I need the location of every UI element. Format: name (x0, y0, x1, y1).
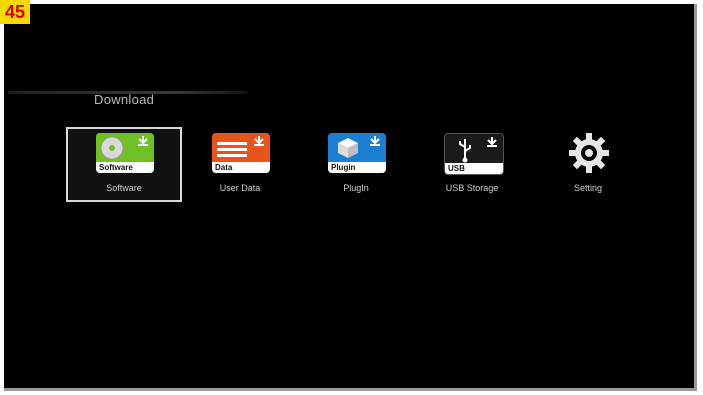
icon-band-text: Data (212, 162, 270, 173)
tv-screen: Download Software Software Data User Dat… (4, 4, 697, 391)
menu-item-plugin[interactable]: Plugin PlugIn (298, 127, 414, 202)
menu-item-software[interactable]: Software Software (66, 127, 182, 202)
menu-item-usb-storage[interactable]: USB USB Storage (414, 127, 530, 202)
menu-item-label: USB Storage (445, 183, 499, 193)
gear-icon (560, 133, 618, 173)
section-title: Download (94, 92, 155, 107)
plugin-cube-icon: Plugin (328, 133, 386, 173)
usb-icon: USB (444, 133, 504, 175)
menu-item-label: Software (106, 183, 142, 193)
data-list-icon: Data (212, 133, 270, 173)
menu-item-label: User Data (219, 183, 261, 193)
menu-item-user-data[interactable]: Data User Data (182, 127, 298, 202)
icon-band-text: USB (445, 163, 503, 174)
slide-number-badge: 45 (0, 0, 30, 24)
menu-item-label: Setting (573, 183, 603, 193)
menu-item-label: PlugIn (343, 183, 369, 193)
icon-band-text: Software (96, 162, 154, 173)
software-disc-icon: Software (96, 133, 154, 173)
menu-item-setting[interactable]: Setting (530, 127, 646, 202)
download-menu: Software Software Data User Data Plugin … (66, 127, 686, 203)
icon-band-text: Plugin (328, 162, 386, 173)
